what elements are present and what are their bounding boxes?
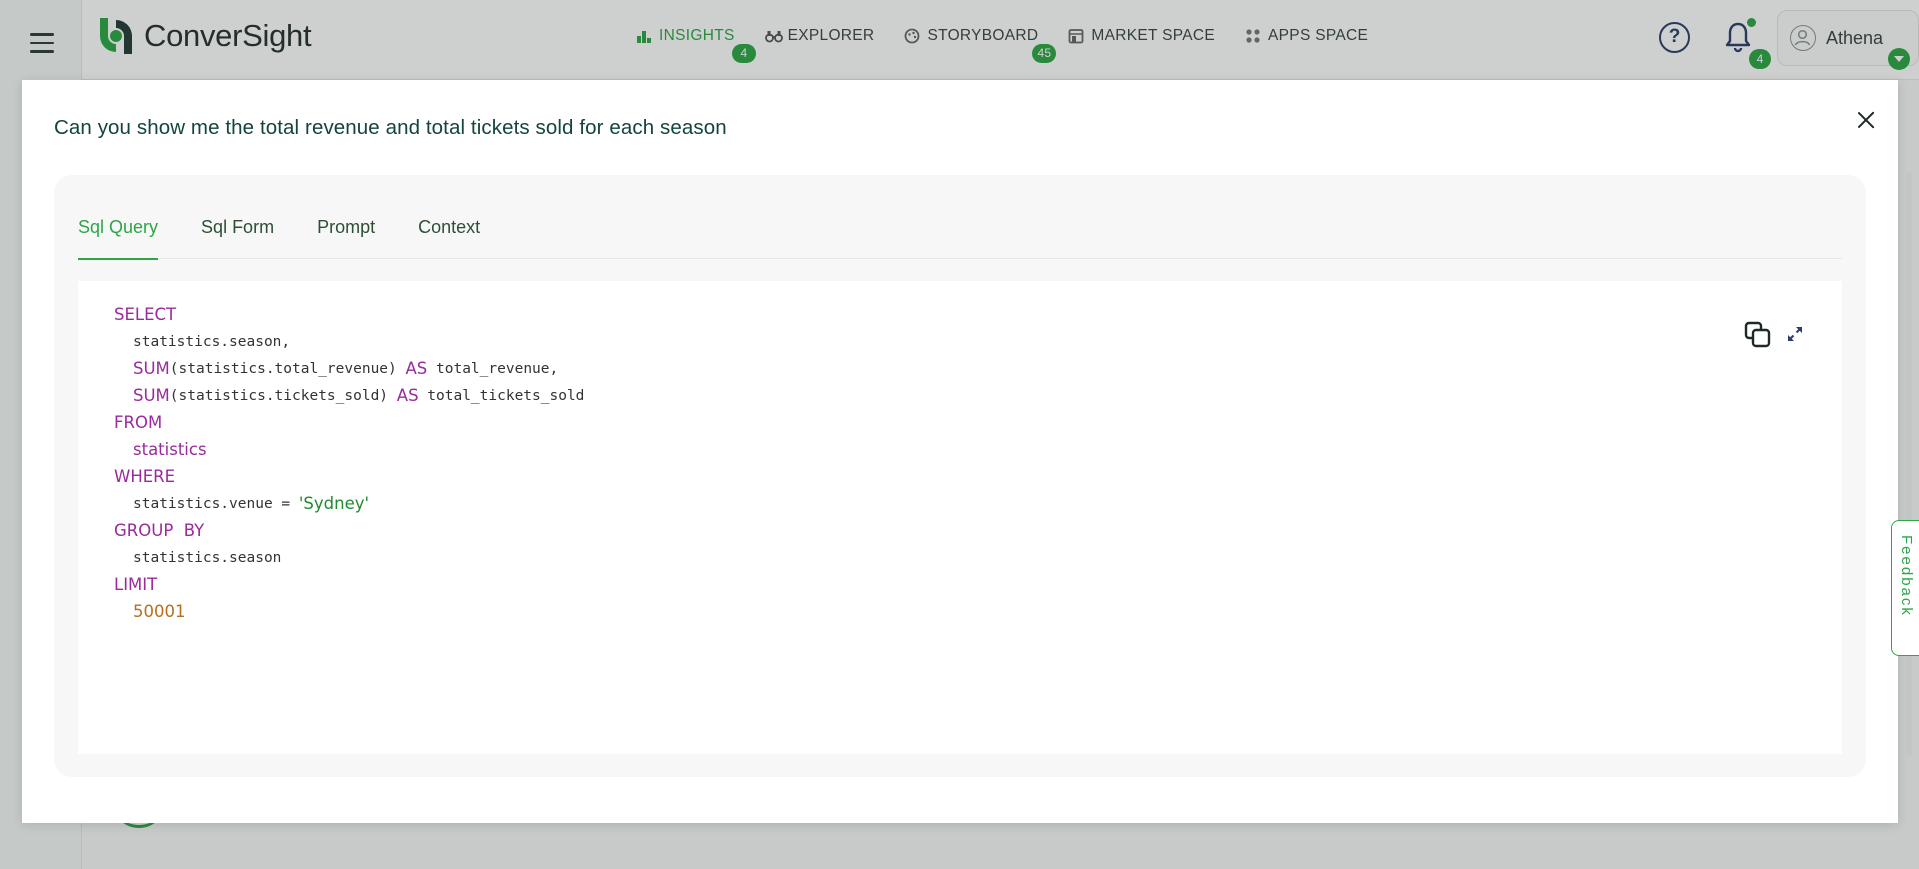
sql-keyword-where: WHERE (114, 467, 176, 486)
feedback-label: Feedback (1898, 535, 1915, 617)
code-line: 50001 (114, 598, 584, 625)
code-line: statistics.season (114, 544, 584, 571)
sql-condition: statistics.venue = (133, 495, 299, 512)
sql-column: statistics.season, (133, 333, 291, 350)
sql-group-column: statistics.season (133, 549, 282, 566)
sql-keyword-as: AS (396, 386, 419, 405)
feedback-tab[interactable]: Feedback (1891, 520, 1919, 656)
sql-keyword-select: SELECT (114, 305, 177, 324)
sql-argument: (statistics.total_revenue) (169, 360, 397, 377)
close-icon[interactable] (1852, 106, 1880, 134)
sql-keyword-sum: SUM (133, 359, 170, 378)
sql-keyword-limit: LIMIT (114, 575, 158, 594)
sql-keyword-group-by: GROUP BY (114, 521, 205, 540)
query-tabs: Sql Query Sql Form Prompt Context (78, 203, 1842, 260)
code-line: GROUP BY (114, 517, 584, 544)
code-line: statistics.season, (114, 328, 584, 355)
scrollbar-thumb[interactable] (1906, 172, 1912, 756)
sql-alias: total_tickets_sold (427, 387, 585, 404)
code-line: statistics (114, 436, 584, 463)
query-card: Sql Query Sql Form Prompt Context SELECT… (54, 175, 1866, 777)
tab-context[interactable]: Context (418, 203, 480, 259)
modal-title: Can you show me the total revenue and to… (54, 116, 727, 139)
code-line: SUM (statistics.total_revenue) AS total_r… (114, 355, 584, 382)
expand-icon[interactable] (1786, 325, 1804, 343)
sql-code-panel[interactable]: SELECT statistics.season, SUM (statistics… (78, 281, 1842, 754)
tab-sql-form[interactable]: Sql Form (201, 203, 274, 259)
query-details-modal: Can you show me the total revenue and to… (22, 80, 1898, 823)
tab-sql-query[interactable]: Sql Query (78, 203, 159, 260)
code-line: LIMIT (114, 571, 584, 598)
sql-table: statistics (133, 440, 207, 459)
sql-argument: (statistics.tickets_sold) (169, 387, 389, 404)
sql-keyword-as: AS (405, 359, 428, 378)
code-line: statistics.venue = 'Sydney' (114, 490, 584, 517)
code-line: SUM (statistics.tickets_sold) AS total_ti… (114, 382, 584, 409)
copy-icon[interactable] (1744, 321, 1772, 349)
sql-alias: total_revenue, (436, 360, 559, 377)
sql-number-literal: 50001 (133, 602, 186, 621)
code-line: FROM (114, 409, 584, 436)
sql-string-literal: 'Sydney' (298, 494, 370, 513)
code-line: SELECT (114, 301, 584, 328)
code-line: WHERE (114, 463, 584, 490)
sql-keyword-from: FROM (114, 413, 163, 432)
sql-keyword-sum: SUM (133, 386, 170, 405)
sql-code: SELECT statistics.season, SUM (statistics… (114, 301, 584, 625)
tab-prompt[interactable]: Prompt (317, 203, 375, 259)
